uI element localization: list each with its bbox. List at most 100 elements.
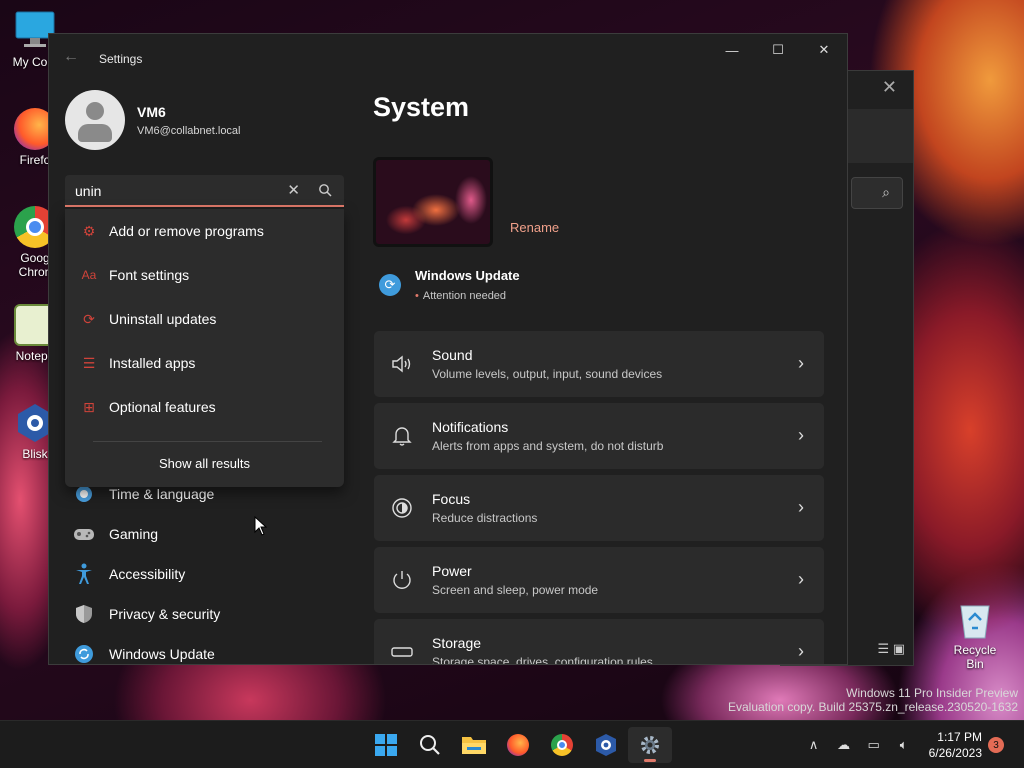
maximize-button[interactable]: ☐	[755, 34, 801, 66]
card-title: Notifications	[432, 419, 509, 435]
app-title: Settings	[99, 52, 143, 66]
minimize-button[interactable]: —	[709, 34, 755, 66]
clock[interactable]: 1:17 PM 6/26/2023	[929, 729, 982, 761]
os-watermark: Windows 11 Pro Insider Preview Evaluatio…	[728, 686, 1018, 714]
taskbar-blisk[interactable]	[584, 727, 628, 763]
system-tray: ∧ ☁ ▭ 🔈︎ 1:17 PM 6/26/2023 3	[799, 721, 1024, 768]
font-icon: Aa	[81, 268, 97, 282]
windows-update-status-text: • Attention needed	[415, 290, 507, 302]
clock-date: 6/26/2023	[928, 746, 982, 760]
nav-item-privacy-security[interactable]: Privacy & security	[65, 594, 344, 634]
card-subtitle: Alerts from apps and system, do not dist…	[432, 439, 664, 453]
firefox-icon	[507, 734, 529, 756]
gamepad-icon	[73, 523, 95, 545]
chevron-right-icon: ›	[798, 353, 804, 373]
settings-window: ← Settings — ☐ ✕ VM6 VM6@collabnet.local…	[48, 33, 848, 665]
suggestion-label: Uninstall updates	[109, 311, 217, 327]
search-icon[interactable]	[318, 183, 332, 197]
taskbar-apps	[364, 727, 672, 763]
recycle-bin-label: Recycle Bin	[953, 643, 997, 671]
desktop-icon-recycle-bin[interactable]: Recycle Bin	[944, 598, 1006, 671]
nav-label: Time & language	[109, 486, 215, 502]
notification-badge[interactable]: 3	[988, 737, 1004, 753]
search-icon: ⌕	[882, 184, 890, 200]
focus-icon	[390, 496, 414, 520]
profile-name: VM6	[137, 103, 166, 120]
storage-icon	[390, 640, 414, 664]
suggestion-add-remove-programs[interactable]: ⚙ Add or remove programs	[65, 209, 344, 253]
clear-search-icon[interactable]: ✕	[287, 181, 300, 199]
card-storage[interactable]: Storage Storage space, drives, configura…	[374, 619, 824, 665]
chevron-up-icon[interactable]: ∧	[799, 737, 829, 753]
back-arrow-icon[interactable]: ←	[63, 48, 79, 66]
suggestion-label: Installed apps	[109, 355, 196, 371]
system-settings-list: Sound Volume levels, output, input, soun…	[374, 331, 824, 665]
chevron-right-icon: ›	[798, 641, 804, 661]
divider	[93, 441, 322, 442]
card-subtitle: Storage space, drives, configuration rul…	[432, 655, 653, 665]
power-icon	[390, 568, 414, 592]
network-icon[interactable]: ▭	[859, 737, 889, 753]
background-window-search[interactable]: ⌕	[851, 177, 903, 209]
file-explorer-icon	[462, 737, 486, 754]
search-input[interactable]	[75, 181, 275, 201]
settings-search[interactable]: ✕	[65, 175, 344, 207]
speaker-icon	[390, 352, 414, 376]
accessibility-icon	[73, 563, 95, 585]
suggestion-font-settings[interactable]: Aa Font settings	[65, 253, 344, 297]
view-toggle[interactable]: ☰ ▣	[877, 641, 905, 657]
suggestion-label: Font settings	[109, 267, 190, 283]
suggestion-label: Optional features	[109, 399, 216, 415]
watermark-line: Evaluation copy. Build 25375.zn_release.…	[728, 700, 1018, 714]
update-icon: ⟳	[379, 274, 401, 296]
card-notifications[interactable]: Notifications Alerts from apps and syste…	[374, 403, 824, 469]
taskbar-search-button[interactable]	[408, 727, 452, 763]
update-icon	[73, 643, 95, 664]
user-profile[interactable]: VM6 VM6@collabnet.local	[65, 90, 241, 150]
sidebar-nav: Time & language Gaming Accessibility Pri…	[65, 474, 344, 664]
taskbar-settings[interactable]	[628, 727, 672, 763]
close-icon[interactable]: ✕	[882, 77, 897, 98]
card-power[interactable]: Power Screen and sleep, power mode ›	[374, 547, 824, 613]
nav-item-gaming[interactable]: Gaming	[65, 514, 344, 554]
refresh-icon: ⟳	[83, 310, 95, 327]
close-button[interactable]: ✕	[801, 34, 847, 66]
card-subtitle: Screen and sleep, power mode	[432, 583, 599, 597]
nav-label: Gaming	[109, 526, 159, 542]
card-title: Sound	[432, 347, 473, 363]
chrome-icon	[551, 734, 573, 756]
suggestion-optional-features[interactable]: ⊞ Optional features	[65, 385, 344, 429]
volume-icon[interactable]: 🔈︎	[889, 737, 919, 753]
wallpaper-thumbnail	[373, 157, 493, 247]
nav-label: Windows Update	[109, 646, 215, 662]
window-controls: — ☐ ✕	[709, 34, 847, 66]
nav-item-windows-update[interactable]: Windows Update	[65, 634, 344, 664]
rename-link[interactable]: Rename	[510, 220, 559, 235]
windows-update-status[interactable]: ⟳ Windows Update • Attention needed	[379, 268, 520, 302]
chevron-right-icon: ›	[798, 569, 804, 589]
mouse-cursor-icon	[254, 516, 268, 536]
shield-icon	[73, 603, 95, 625]
cloud-offline-icon[interactable]: ☁	[829, 737, 859, 753]
nav-label: Privacy & security	[109, 606, 221, 622]
chevron-right-icon: ›	[798, 497, 804, 517]
watermark-line: Windows 11 Pro Insider Preview	[846, 686, 1018, 700]
taskbar-firefox[interactable]	[496, 727, 540, 763]
card-focus[interactable]: Focus Reduce distractions ›	[374, 475, 824, 541]
avatar	[65, 90, 125, 150]
start-button[interactable]	[364, 727, 408, 763]
settings-icon	[641, 736, 659, 754]
recycle-bin-icon	[960, 605, 990, 639]
taskbar-chrome[interactable]	[540, 727, 584, 763]
card-sound[interactable]: Sound Volume levels, output, input, soun…	[374, 331, 824, 397]
card-title: Power	[432, 563, 472, 579]
nav-item-accessibility[interactable]: Accessibility	[65, 554, 344, 594]
search-icon	[420, 735, 440, 755]
card-title: Storage	[432, 635, 482, 651]
suggestion-uninstall-updates[interactable]: ⟳ Uninstall updates	[65, 297, 344, 341]
nav-label: Accessibility	[109, 566, 186, 582]
gear-icon: ⚙	[82, 222, 96, 239]
taskbar-file-explorer[interactable]	[452, 727, 496, 763]
suggestion-installed-apps[interactable]: ☰ Installed apps	[65, 341, 344, 385]
show-all-results-button[interactable]: Show all results	[65, 456, 344, 471]
